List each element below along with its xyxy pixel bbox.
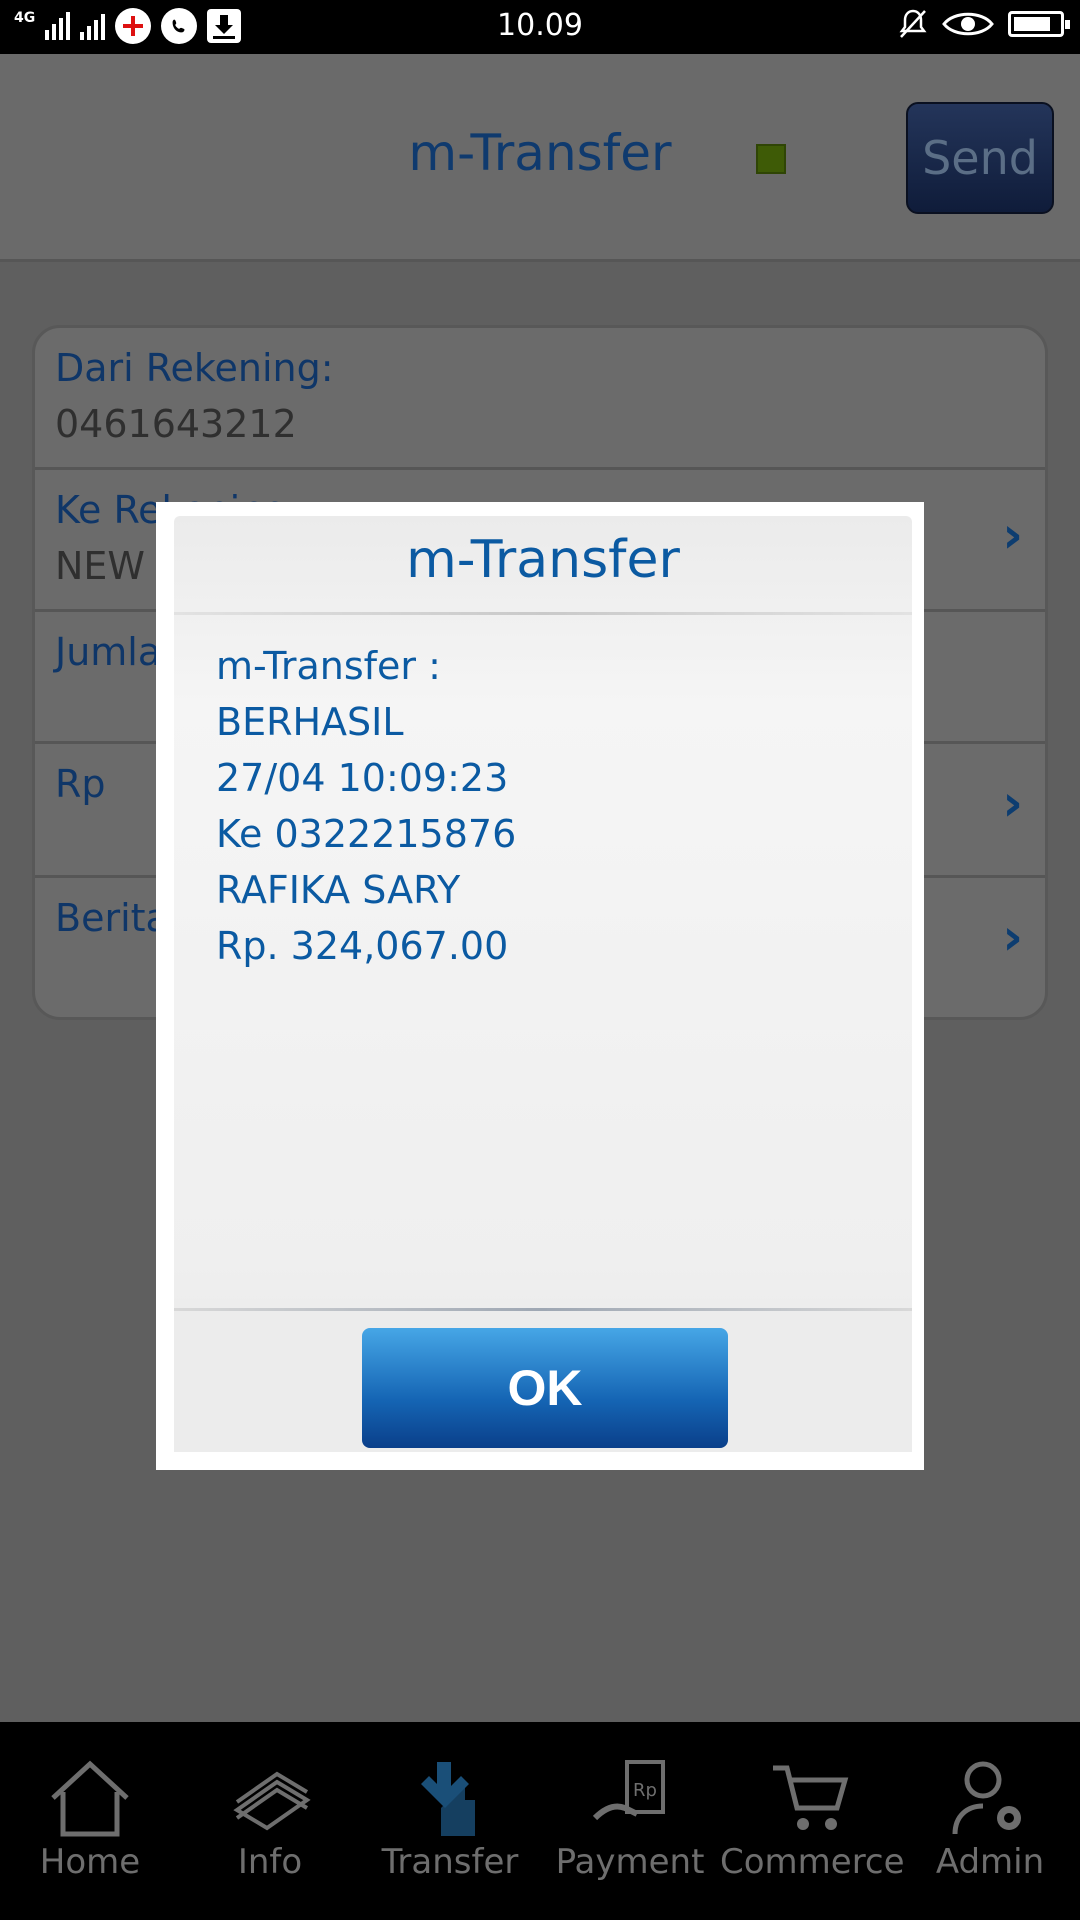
send-button[interactable]: Send [906, 102, 1054, 214]
message-line: Rp. 324,067.00 [216, 924, 509, 968]
nav-label: Admin [935, 1842, 1045, 1882]
status-indicator [756, 144, 786, 174]
message-line: m-Transfer : [216, 644, 441, 688]
from-account-label: Dari Rekening: [55, 346, 334, 390]
nav-transfer[interactable]: Transfer [360, 1722, 540, 1920]
transfer-icon [421, 1762, 475, 1836]
message-line: BERHASIL [216, 700, 404, 744]
currency-label: Rp [55, 762, 106, 806]
payment-icon: Rp [592, 1760, 665, 1821]
to-account-value: NEW [55, 544, 146, 588]
status-bar: 4G 10.09 [0, 0, 1080, 54]
dialog-body: m-Transfer m-Transfer : BERHASIL 27/04 1… [174, 516, 912, 1452]
nav-label: Payment [555, 1842, 705, 1882]
nav-home[interactable]: Home [0, 1722, 180, 1920]
message-line: Ke 0322215876 [216, 812, 517, 856]
bell-muted-icon [899, 9, 927, 38]
svg-text:Rp: Rp [633, 1780, 657, 1801]
dialog-message: m-Transfer : BERHASIL 27/04 10:09:23 Ke … [216, 638, 516, 974]
eye-icon [942, 12, 994, 36]
status-right [898, 8, 1070, 40]
nav-payment[interactable]: Rp Payment [540, 1722, 720, 1920]
dialog-title: m-Transfer [406, 530, 680, 590]
chevron-right-icon: › [1002, 774, 1023, 832]
message-label: Berita [55, 896, 169, 940]
chevron-right-icon: › [1002, 506, 1023, 564]
nav-commerce[interactable]: Commerce [720, 1722, 905, 1920]
from-account-value: 0461643212 [55, 402, 297, 446]
bottom-nav: Home Info Transfer Rp Payment Commerce A… [0, 1722, 1080, 1920]
divider [174, 612, 912, 615]
nav-label: Commerce [720, 1842, 905, 1882]
nav-label: Info [237, 1842, 303, 1882]
message-line: 27/04 10:09:23 [216, 756, 509, 800]
message-line: RAFIKA SARY [216, 868, 461, 912]
home-icon [51, 1760, 129, 1837]
battery-icon [1008, 11, 1070, 37]
nav-label: Home [39, 1842, 141, 1882]
from-account-row[interactable]: Dari Rekening: 0461643212 [35, 328, 1045, 470]
info-icon [233, 1771, 311, 1831]
nav-label: Transfer [381, 1842, 519, 1882]
chevron-right-icon: › [1002, 908, 1023, 966]
app-header: m-Transfer Send [0, 54, 1080, 262]
ok-button[interactable]: OK [362, 1328, 728, 1448]
result-dialog: m-Transfer m-Transfer : BERHASIL 27/04 1… [156, 502, 924, 1470]
nav-admin[interactable]: Admin [900, 1722, 1080, 1920]
nav-info[interactable]: Info [180, 1722, 360, 1920]
cart-icon [773, 1765, 849, 1830]
admin-icon [952, 1761, 1021, 1835]
